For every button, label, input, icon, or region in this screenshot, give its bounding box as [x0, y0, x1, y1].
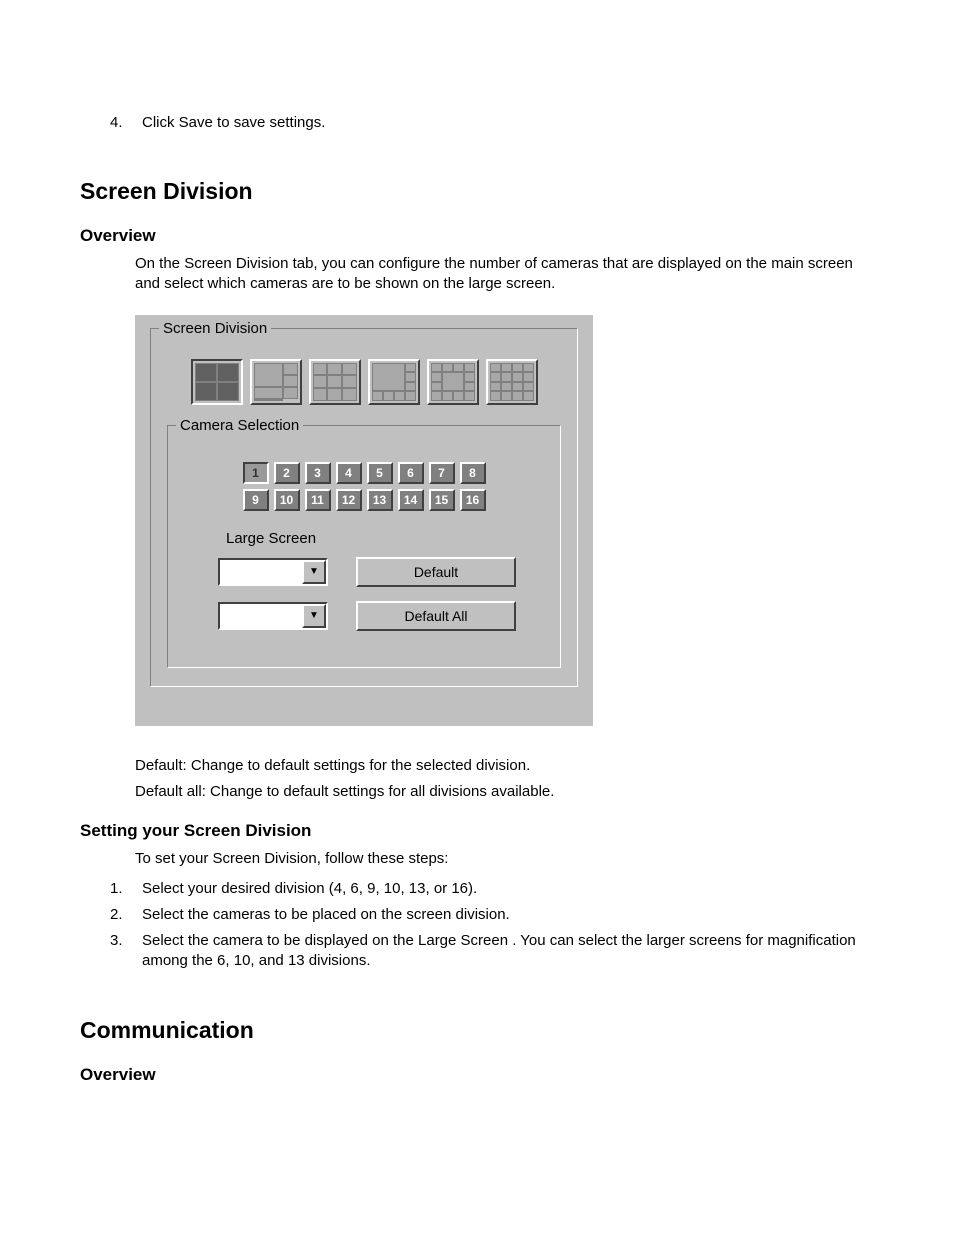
large-screen-row-1: ▼ Default	[218, 557, 546, 587]
camera-groupbox-legend: Camera Selection	[176, 416, 303, 436]
chevron-down-icon: ▼	[302, 604, 326, 628]
division-4-button[interactable]	[191, 359, 243, 405]
camera-3-button[interactable]: 3	[305, 462, 331, 484]
setting-intro: To set your Screen Division, follow thes…	[135, 849, 874, 869]
division-13-button[interactable]	[427, 359, 479, 405]
list-text: Select the camera to be displayed on the…	[142, 931, 874, 972]
subheading-setting: Setting your Screen Division	[80, 820, 874, 843]
camera-11-button[interactable]: 11	[305, 489, 331, 511]
dialog-screenshot: Screen Division	[135, 315, 874, 726]
subheading-comm-overview: Overview	[80, 1064, 874, 1087]
screen-division-groupbox: Screen Division	[150, 328, 578, 687]
list-item: 1. Select your desired division (4, 6, 9…	[80, 876, 874, 902]
list-number: 1.	[110, 879, 124, 899]
list-text: Click Save to save settings.	[142, 113, 874, 133]
large-screen-combo-1[interactable]: ▼	[218, 558, 328, 586]
list-item: 4. Click Save to save settings.	[80, 110, 874, 136]
camera-2-button[interactable]: 2	[274, 462, 300, 484]
screen-division-panel: Screen Division	[135, 315, 593, 726]
camera-5-button[interactable]: 5	[367, 462, 393, 484]
camera-1-button[interactable]: 1	[243, 462, 269, 484]
division-6-button[interactable]	[250, 359, 302, 405]
division-layout-row	[161, 353, 567, 425]
camera-4-button[interactable]: 4	[336, 462, 362, 484]
default-all-button[interactable]: Default All	[356, 601, 516, 631]
division-10-button[interactable]	[368, 359, 420, 405]
list-number: 2.	[110, 905, 124, 925]
list-number: 4.	[110, 113, 124, 133]
list-text: Select the cameras to be placed on the s…	[142, 905, 874, 925]
list-text: Select your desired division (4, 6, 9, 1…	[142, 879, 874, 899]
overview-paragraph: On the Screen Division tab, you can conf…	[135, 254, 874, 295]
camera-14-button[interactable]: 14	[398, 489, 424, 511]
camera-13-button[interactable]: 13	[367, 489, 393, 511]
large-screen-row-2: ▼ Default All	[218, 601, 546, 631]
heading-screen-division: Screen Division	[80, 176, 874, 207]
list-item: 3. Select the camera to be displayed on …	[80, 928, 874, 975]
camera-15-button[interactable]: 15	[429, 489, 455, 511]
subheading-overview: Overview	[80, 225, 874, 248]
camera-9-button[interactable]: 9	[243, 489, 269, 511]
large-screen-combo-2[interactable]: ▼	[218, 602, 328, 630]
division-9-button[interactable]	[309, 359, 361, 405]
camera-6-button[interactable]: 6	[398, 462, 424, 484]
heading-communication: Communication	[80, 1015, 874, 1046]
default-all-note: Default all: Change to default settings …	[135, 782, 874, 802]
list-number: 3.	[110, 931, 124, 972]
large-screen-label: Large Screen	[226, 529, 546, 549]
camera-12-button[interactable]: 12	[336, 489, 362, 511]
camera-7-button[interactable]: 7	[429, 462, 455, 484]
camera-button-grid: 1 2 3 4 5 6 7 8 9 10 11 12 13 14	[182, 462, 546, 511]
camera-16-button[interactable]: 16	[460, 489, 486, 511]
groupbox-legend: Screen Division	[159, 319, 271, 339]
camera-selection-groupbox: Camera Selection 1 2 3 4 5 6 7 8 9 10 11…	[167, 425, 561, 668]
list-item: 2. Select the cameras to be placed on th…	[80, 902, 874, 928]
chevron-down-icon: ▼	[302, 560, 326, 584]
camera-10-button[interactable]: 10	[274, 489, 300, 511]
default-note: Default: Change to default settings for …	[135, 756, 874, 776]
camera-8-button[interactable]: 8	[460, 462, 486, 484]
division-16-button[interactable]	[486, 359, 538, 405]
default-button[interactable]: Default	[356, 557, 516, 587]
